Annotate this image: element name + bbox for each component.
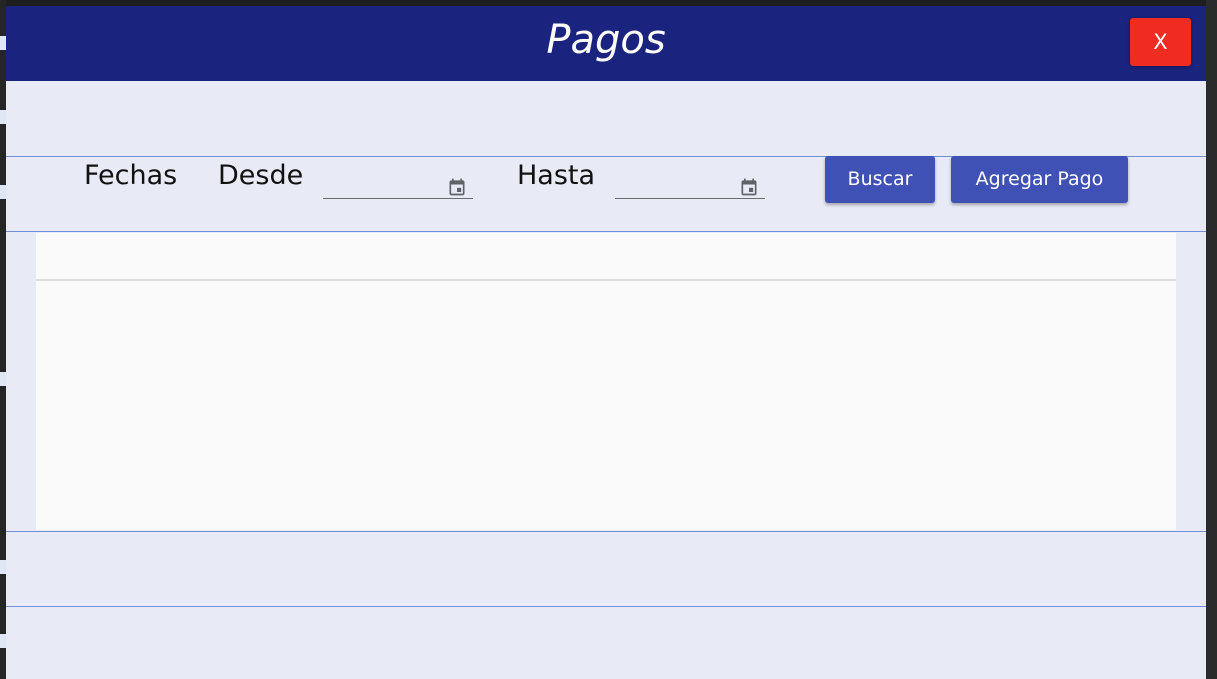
hasta-date-input[interactable]	[615, 164, 735, 196]
desde-date-input[interactable]	[323, 164, 443, 196]
calendar-icon[interactable]	[739, 176, 759, 198]
hasta-label: Hasta	[517, 160, 596, 191]
buscar-button[interactable]: Buscar	[825, 156, 935, 203]
layout-guide-line	[6, 231, 1206, 232]
designer-frame: Pagos X Fechas Desde Hasta Buscar Agrega…	[0, 0, 1217, 679]
close-button[interactable]: X	[1130, 18, 1191, 66]
fechas-label: Fechas	[84, 160, 178, 191]
pagos-window: Pagos X Fechas Desde Hasta Buscar Agrega…	[6, 6, 1206, 679]
designer-right-strip	[1206, 0, 1217, 679]
title-bar: Pagos X	[6, 6, 1206, 81]
window-title: Pagos	[546, 17, 666, 63]
payments-table	[36, 233, 1176, 530]
desde-date-picker[interactable]	[323, 164, 473, 199]
layout-guide-line	[6, 606, 1206, 607]
table-header	[36, 233, 1176, 281]
desde-label: Desde	[218, 160, 304, 191]
hasta-date-picker[interactable]	[615, 164, 765, 199]
calendar-icon[interactable]	[447, 176, 467, 198]
agregar-pago-button[interactable]: Agregar Pago	[951, 156, 1128, 203]
layout-guide-line	[6, 531, 1206, 532]
